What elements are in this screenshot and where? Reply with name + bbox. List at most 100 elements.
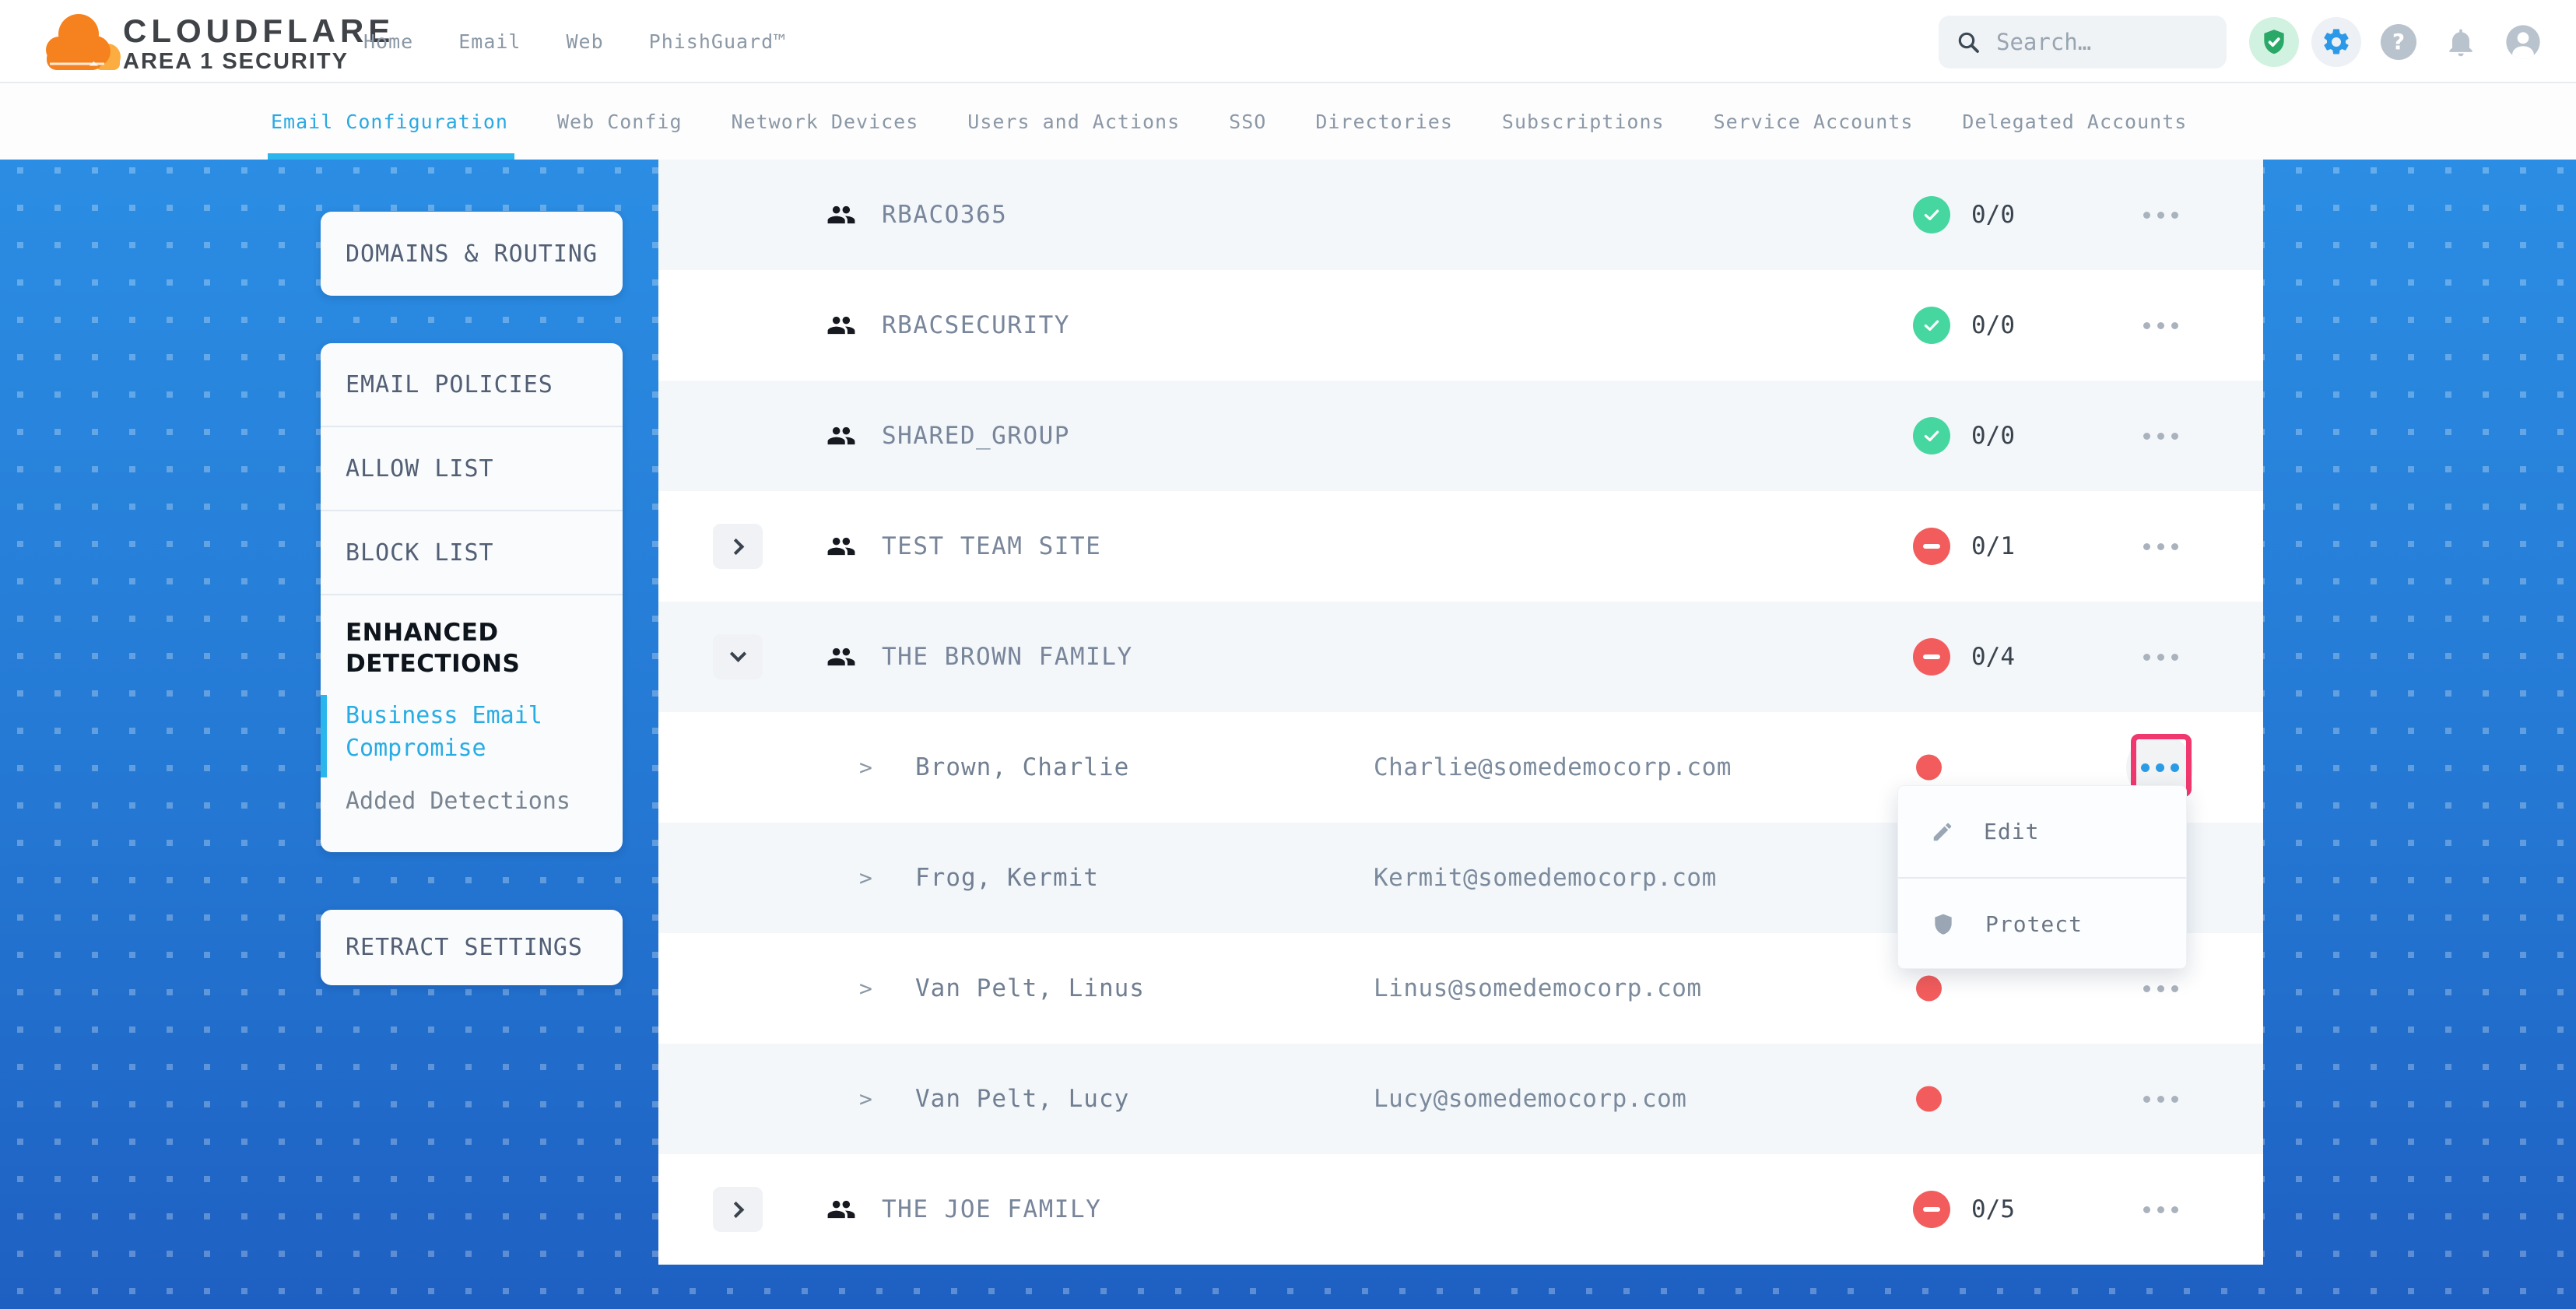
- allow-list-label: ALLOW LIST: [346, 455, 494, 483]
- member-email: Linus@somedemocorp.com: [1374, 974, 1702, 1002]
- tab-delegated-accounts[interactable]: Delegated Accounts: [1962, 83, 2187, 160]
- collapse-row-button[interactable]: [713, 634, 763, 679]
- group-icon: [826, 311, 856, 340]
- row-actions-button[interactable]: [2136, 420, 2185, 451]
- pencil-icon: [1931, 820, 1954, 844]
- group-icon: [826, 421, 856, 451]
- shield-icon: [1931, 912, 1956, 937]
- sidebar-item-email-policies[interactable]: EMAIL POLICIES: [321, 343, 623, 427]
- row-actions-button[interactable]: [2136, 199, 2185, 230]
- nav-phishguard[interactable]: PhishGuard™: [649, 30, 787, 53]
- tab-sso[interactable]: SSO: [1229, 83, 1266, 160]
- top-navigation: Home Email Web PhishGuard™: [363, 0, 786, 83]
- group-name: THE BROWN FAMILY: [882, 643, 1133, 671]
- group-icon: [826, 1195, 856, 1224]
- protected-count: 0/5: [1971, 1195, 2015, 1223]
- member-name: Brown, Charlie: [915, 753, 1129, 781]
- nav-web[interactable]: Web: [566, 30, 603, 53]
- sidebar-item-added-detections[interactable]: Added Detections: [346, 785, 598, 818]
- minus-icon: [1923, 1207, 1940, 1212]
- retract-settings-label: RETRACT SETTINGS: [346, 934, 583, 961]
- member-chevron-icon: >: [859, 865, 872, 891]
- sidebar-item-block-list[interactable]: BLOCK LIST: [321, 511, 623, 595]
- check-icon: [1921, 426, 1942, 446]
- row-actions-button[interactable]: [2136, 641, 2185, 672]
- tab-email-configuration[interactable]: Email Configuration: [271, 83, 508, 160]
- sidebar-item-business-email-compromise[interactable]: Business Email Compromise: [346, 700, 598, 765]
- member-name: Van Pelt, Lucy: [915, 1085, 1129, 1113]
- chevron-right-icon: [728, 538, 744, 554]
- active-indicator-bar: [321, 695, 327, 777]
- check-icon: [1921, 205, 1942, 225]
- block-list-label: BLOCK LIST: [346, 539, 494, 567]
- help-icon: ?: [2381, 24, 2416, 60]
- member-chevron-icon: >: [859, 976, 872, 1002]
- status-ok-badge: [1913, 417, 1950, 454]
- table-row[interactable]: > Van Pelt, Lucy Lucy@somedemocorp.com: [658, 1044, 2263, 1154]
- status-ok-badge: [1913, 196, 1950, 233]
- brand-subtitle: AREA 1 SECURITY: [123, 48, 395, 75]
- table-row[interactable]: RBACO365 0/0: [658, 160, 2263, 270]
- search-box[interactable]: [1939, 16, 2227, 68]
- member-chevron-icon: >: [859, 1086, 872, 1112]
- search-input[interactable]: [1996, 29, 2191, 55]
- tab-service-accounts[interactable]: Service Accounts: [1714, 83, 1914, 160]
- sidebar-card-domains-routing[interactable]: DOMAINS & ROUTING: [321, 212, 623, 296]
- row-actions-button[interactable]: [2136, 531, 2185, 562]
- row-actions-button[interactable]: [2136, 973, 2185, 1004]
- app-header: CLOUDFLARE AREA 1 SECURITY Home Email We…: [0, 0, 2576, 83]
- business-email-compromise-label: Business Email Compromise: [346, 702, 542, 762]
- protection-status-button[interactable]: [2249, 17, 2299, 67]
- table-row[interactable]: THE JOE FAMILY 0/5: [658, 1154, 2263, 1265]
- unprotected-dot: [1916, 976, 1942, 1002]
- account-button[interactable]: [2498, 17, 2548, 67]
- row-actions-button[interactable]: [2136, 1083, 2185, 1114]
- user-icon: [2503, 22, 2543, 62]
- sidebar-item-allow-list[interactable]: ALLOW LIST: [321, 427, 623, 511]
- table-row[interactable]: RBACSECURITY 0/0: [658, 270, 2263, 381]
- protect-label: Protect: [1985, 911, 2083, 937]
- tab-directories[interactable]: Directories: [1315, 83, 1453, 160]
- status-blocked-badge: [1913, 638, 1950, 676]
- sidebar-card-retract-settings[interactable]: RETRACT SETTINGS: [321, 910, 623, 985]
- status-blocked-badge: [1913, 1191, 1950, 1228]
- header-icon-group: ?: [2249, 0, 2548, 83]
- minus-icon: [1923, 654, 1940, 659]
- row-actions-button[interactable]: [2136, 1194, 2185, 1225]
- expand-row-button[interactable]: [713, 524, 763, 569]
- cloudflare-logo-icon: [44, 9, 121, 73]
- minus-icon: [1923, 544, 1940, 549]
- group-icon: [826, 642, 856, 672]
- tab-users-and-actions[interactable]: Users and Actions: [967, 83, 1180, 160]
- nav-email[interactable]: Email: [458, 30, 521, 53]
- member-email: Kermit@somedemocorp.com: [1374, 864, 1717, 892]
- nav-home[interactable]: Home: [363, 30, 413, 53]
- protected-count: 0/1: [1971, 532, 2015, 560]
- protected-count: 0/0: [1971, 422, 2015, 450]
- status-blocked-badge: [1913, 528, 1950, 565]
- settings-button[interactable]: [2311, 17, 2361, 67]
- unprotected-dot: [1916, 755, 1942, 781]
- notifications-button[interactable]: [2436, 17, 2486, 67]
- table-row[interactable]: SHARED_GROUP 0/0: [658, 381, 2263, 491]
- expand-row-button[interactable]: [713, 1187, 763, 1232]
- domains-routing-label: DOMAINS & ROUTING: [346, 240, 598, 268]
- search-icon: [1956, 30, 1981, 54]
- member-name: Frog, Kermit: [915, 864, 1099, 892]
- check-icon: [1921, 315, 1942, 335]
- row-actions-button[interactable]: [2136, 310, 2185, 341]
- protected-count: 0/0: [1971, 311, 2015, 339]
- groups-table: RBACO365 0/0 RBACSECURITY 0/0 SHARED_GRO…: [658, 160, 2263, 1265]
- help-button[interactable]: ?: [2374, 17, 2423, 67]
- group-name: RBACSECURITY: [882, 311, 1070, 339]
- tab-web-config[interactable]: Web Config: [557, 83, 683, 160]
- menu-item-edit[interactable]: Edit: [1898, 786, 2186, 877]
- table-row[interactable]: THE BROWN FAMILY 0/4: [658, 602, 2263, 712]
- tab-network-devices[interactable]: Network Devices: [732, 83, 919, 160]
- chevron-right-icon: [728, 1201, 744, 1217]
- brand-name: CLOUDFLARE: [123, 14, 395, 48]
- tab-subscriptions[interactable]: Subscriptions: [1502, 83, 1665, 160]
- group-name: SHARED_GROUP: [882, 422, 1070, 450]
- menu-item-protect[interactable]: Protect: [1898, 879, 2186, 970]
- table-row[interactable]: TEST TEAM SITE 0/1: [658, 491, 2263, 602]
